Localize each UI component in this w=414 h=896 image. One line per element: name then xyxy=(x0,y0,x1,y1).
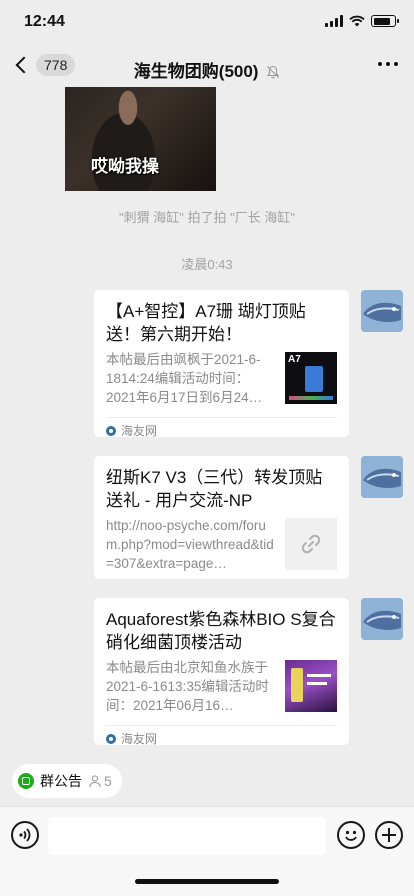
more-functions-button[interactable] xyxy=(375,821,403,849)
link-card-message[interactable]: 【A+智控】A7珊 瑚灯顶贴送！第六期开始！ 本帖最后由飒枫于2021-6-18… xyxy=(94,290,349,438)
source-logo-icon xyxy=(106,425,116,436)
meme-image-message[interactable]: 哎呦我操 xyxy=(65,87,216,191)
fish-avatar-icon xyxy=(361,290,403,332)
nav-bar: 778 海生物团购(500) xyxy=(0,46,414,88)
card-source-label: 海友网 xyxy=(121,732,158,746)
status-bar: 12:44 xyxy=(0,0,414,46)
message-input[interactable] xyxy=(48,817,326,855)
card-description: 本帖最后由北京知鱼水族于2021-6-1613:35编辑活动时间：2021年06… xyxy=(106,660,269,713)
home-indicator xyxy=(135,879,279,884)
card-title: 纽斯K7 V3（三代）转发顶贴送礼 - 用户交流-NP xyxy=(106,468,323,510)
card-title: 【A+智控】A7珊 瑚灯顶贴送！第六期开始！ xyxy=(106,302,306,344)
status-icons xyxy=(325,15,399,27)
voice-input-button[interactable] xyxy=(11,821,39,849)
pat-system-message: "刺猬 海缸" 拍了拍 "厂长 海缸" xyxy=(119,210,295,225)
cellular-signal-icon xyxy=(325,15,343,27)
avatar[interactable] xyxy=(361,598,403,640)
card-thumbnail: A7 xyxy=(285,352,337,404)
wifi-icon xyxy=(349,15,365,27)
card-source-label: 海友网 xyxy=(121,424,158,438)
emoji-button[interactable] xyxy=(337,821,365,849)
voice-icon xyxy=(19,828,31,842)
status-time: 12:44 xyxy=(24,13,65,30)
card-thumbnail xyxy=(285,660,337,712)
card-thumbnail xyxy=(285,518,337,570)
fish-avatar-icon xyxy=(361,598,403,640)
announcement-label: 群公告 xyxy=(40,773,82,789)
avatar[interactable] xyxy=(361,456,403,498)
announcement-icon xyxy=(18,773,34,789)
more-options-button[interactable] xyxy=(378,62,398,66)
person-icon xyxy=(89,775,101,788)
message-timestamp: 凌晨0:43 xyxy=(181,257,233,272)
more-dots-icon xyxy=(378,62,382,66)
avatar[interactable] xyxy=(361,290,403,332)
member-count-value: 5 xyxy=(104,773,112,789)
card-title: Aquaforest紫色森林BIO S复合硝化细菌顶楼活动 xyxy=(106,610,336,652)
card-description: 本帖最后由飒枫于2021-6-1814:24编辑活动时间：2021年6月17日到… xyxy=(106,352,263,405)
bell-off-icon xyxy=(267,65,280,79)
plus-icon xyxy=(382,828,396,842)
member-count: 5 xyxy=(88,773,112,789)
group-announcement-button[interactable]: 群公告 5 xyxy=(12,764,122,798)
source-logo-icon xyxy=(106,733,116,744)
card-source: 海友网 xyxy=(106,417,337,443)
battery-icon xyxy=(371,15,399,27)
link-icon xyxy=(301,534,321,554)
card-description: http://noo-psyche.com/forum.php?mod=view… xyxy=(106,518,274,571)
card-thumbnail-text: A7 xyxy=(288,354,301,365)
emoji-icon xyxy=(345,830,357,841)
chat-title-text: 海生物团购(500) xyxy=(133,62,259,81)
fish-avatar-icon xyxy=(361,456,403,498)
card-source: 海友网 xyxy=(106,725,337,751)
link-card-message[interactable]: 纽斯K7 V3（三代）转发顶贴送礼 - 用户交流-NP http://noo-p… xyxy=(94,456,349,579)
link-card-message[interactable]: Aquaforest紫色森林BIO S复合硝化细菌顶楼活动 本帖最后由北京知鱼水… xyxy=(94,598,349,746)
meme-caption: 哎呦我操 xyxy=(91,157,159,176)
chat-title: 海生物团购(500) xyxy=(0,57,414,82)
